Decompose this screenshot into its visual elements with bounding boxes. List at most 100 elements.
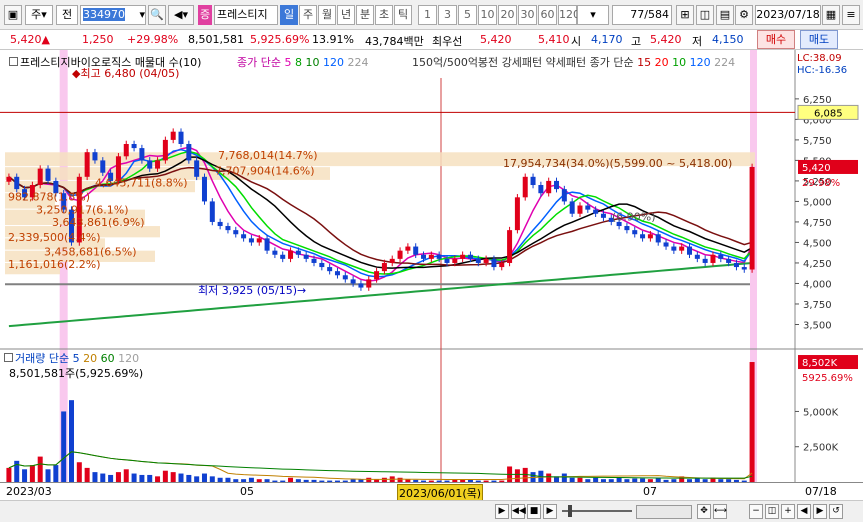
candle-22	[178, 131, 184, 144]
mode-select[interactable]: 주▾	[25, 5, 53, 25]
candle-51	[405, 246, 411, 251]
candle-1	[14, 176, 20, 190]
volume-bar-95	[749, 362, 755, 482]
candle-88	[694, 254, 700, 259]
arrow-left-icon[interactable]: ◀	[797, 504, 811, 519]
candle-58	[460, 254, 466, 259]
chart-area[interactable]: 6,2506,0005,7505,5005,2505,0004,7504,500…	[0, 50, 863, 500]
forward-icon[interactable]: ▶	[543, 504, 557, 519]
volume-bar-0	[6, 467, 12, 482]
tab-timeframe-6[interactable]: 틱	[394, 5, 412, 25]
candle-34	[272, 250, 278, 255]
price-tick-7: 4,500	[803, 238, 832, 249]
fit-icon[interactable]: ◫	[765, 504, 779, 519]
candle-31	[248, 238, 254, 243]
code-input[interactable]: 334970 ▾	[80, 5, 146, 25]
annotation-mid_note: (6.90%)	[612, 210, 656, 223]
candle-25	[201, 176, 207, 202]
save-icon[interactable]: ▤	[716, 5, 734, 25]
stock-name-field[interactable]: 프레스티지	[214, 5, 278, 25]
tab-timeframe-0[interactable]: 일	[280, 5, 298, 25]
low-price: 4,150	[712, 33, 744, 46]
volume-bar-14	[115, 472, 121, 482]
zoom-in-icon[interactable]: +	[781, 504, 795, 519]
price-volume-chart[interactable]: 6,2506,0005,7505,5005,2505,0004,7504,500…	[0, 50, 863, 500]
candle-16	[131, 143, 137, 149]
volume-bar-8	[68, 400, 74, 482]
trade-amount: 43,784백만	[365, 35, 424, 48]
candle-21	[170, 131, 176, 140]
candle-52	[413, 246, 419, 255]
tab-timeframe-3[interactable]: 년	[337, 5, 355, 25]
volume-toggle-icon[interactable]	[4, 353, 13, 362]
volume-bar-11	[92, 472, 98, 482]
candle-66	[522, 176, 528, 198]
split-icon[interactable]: ◫	[696, 5, 714, 25]
interval-dropdown[interactable]: ▾	[577, 5, 609, 25]
interval-button-30[interactable]: 30	[518, 5, 537, 25]
interval-button-5[interactable]: 5	[458, 5, 477, 25]
sell-button[interactable]: 매도	[800, 30, 838, 49]
ma-periods-120: 120	[319, 56, 344, 69]
candle-73	[577, 205, 583, 214]
settings-gear-icon[interactable]: ⚙	[735, 5, 753, 25]
interval-button-20[interactable]: 20	[498, 5, 517, 25]
zoom-icon[interactable]: ⊞	[676, 5, 694, 25]
candle-28	[225, 226, 231, 231]
interval-button-3[interactable]: 3	[438, 5, 457, 25]
high-price: 5,420	[650, 33, 682, 46]
scroll-track[interactable]	[636, 505, 692, 519]
reset-icon[interactable]: ↺	[829, 504, 843, 519]
low-annotation-text: 최저 3,925 (05/15)	[198, 284, 298, 297]
candle-75	[593, 209, 599, 214]
speaker-icon[interactable]: ◀▾	[168, 5, 194, 25]
tab-timeframe-4[interactable]: 분	[356, 5, 374, 25]
date-input[interactable]: 2023/07/18	[755, 5, 821, 25]
volume-bar-13	[108, 474, 114, 482]
zoom-slider-handle[interactable]	[568, 505, 572, 517]
candle-53	[421, 254, 427, 259]
toolbar: ▣ 주▾ 전 334970 ▾ 🔍 ◀▾ 증 프레스티지 일주월년분초틱 1351…	[0, 0, 863, 30]
price-tick-8: 4,250	[803, 259, 832, 270]
lc-value: LC:38.09	[797, 53, 842, 64]
play-icon[interactable]: ▶	[495, 504, 509, 519]
volume-bar-5	[45, 469, 51, 482]
interval-button-60[interactable]: 60	[538, 5, 557, 25]
candle-94	[741, 267, 747, 270]
chart-window-icon[interactable]: ▣	[4, 5, 22, 25]
tab-timeframe-2[interactable]: 월	[318, 5, 336, 25]
candle-91	[718, 254, 724, 259]
price-tick-2: 5,750	[803, 136, 832, 147]
interval-button-10[interactable]: 10	[478, 5, 497, 25]
x-label-jul: 07	[643, 485, 657, 498]
candle-49	[389, 258, 395, 263]
candle-17	[139, 148, 145, 161]
crosshair-icon[interactable]: ✥	[697, 504, 711, 519]
zoom-out-icon[interactable]: −	[749, 504, 763, 519]
candle-54	[428, 254, 434, 259]
calendar-icon[interactable]: ▦	[822, 5, 840, 25]
vol-periods-120: 120	[114, 352, 140, 365]
candle-56	[444, 258, 450, 263]
volume-periods: 5 20 60 120	[73, 352, 140, 365]
arrow-right-icon[interactable]: ▶	[813, 504, 827, 519]
zoom-slider[interactable]	[562, 510, 632, 512]
interval-button-1[interactable]: 1	[418, 5, 437, 25]
legend-toggle-icon[interactable]	[9, 57, 18, 66]
candle-92	[726, 258, 732, 263]
search-icon[interactable]: 🔍	[148, 5, 166, 25]
buy-button[interactable]: 매수	[757, 30, 795, 49]
stock-name-tag: 증	[198, 5, 212, 25]
tab-timeframe-1[interactable]: 주	[299, 5, 317, 25]
pan-icon[interactable]: ⟷	[713, 504, 727, 519]
tab-timeframe-5[interactable]: 초	[375, 5, 393, 25]
menu-icon[interactable]: ≡	[842, 5, 860, 25]
bar-count-input[interactable]: 77/584	[612, 5, 672, 25]
stop-icon[interactable]: ■	[527, 504, 541, 519]
interval-button-120[interactable]: 120	[558, 5, 580, 25]
quote-info-bar: 5,420▲ 1,250 +29.98% 8,501,581 5,925.69%…	[0, 30, 863, 50]
volume-bar-3	[29, 465, 35, 482]
period-select[interactable]: 전	[56, 5, 78, 25]
rewind-icon[interactable]: ◀◀	[511, 504, 526, 519]
volume-bar-18	[147, 474, 153, 482]
